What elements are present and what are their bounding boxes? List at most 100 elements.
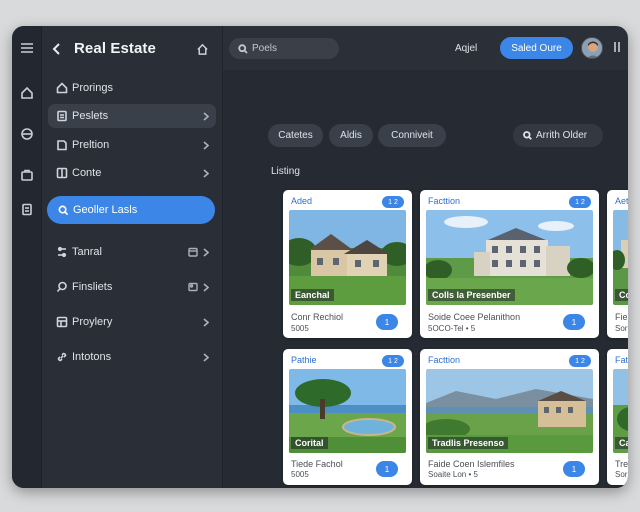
sidebar-item-label: Geoller Lasls — [73, 204, 138, 216]
menu-icon[interactable] — [18, 39, 36, 57]
card-action-button[interactable]: 1 — [563, 314, 585, 330]
doc-icon — [55, 110, 68, 123]
card-price: Soaite Lon • 5 — [428, 470, 478, 479]
sidebar-item-label: Peslets — [72, 110, 109, 122]
card-count-badge: 1 2 — [569, 355, 591, 367]
chevron-right-icon — [202, 111, 210, 121]
search-icon — [237, 43, 248, 54]
sidebar-item-finsliets[interactable]: Finsliets — [48, 275, 216, 299]
bag-icon[interactable] — [18, 166, 36, 184]
app-window: Real Estate Prorings Peslets Preltion Co… — [12, 26, 628, 488]
avatar[interactable] — [581, 37, 603, 59]
listing-grid: Aded 1 2 Eanchal Conr Rechiol 5005 1 Fac… — [223, 70, 628, 488]
property-photo: Conai — [613, 210, 628, 305]
search-placeholder: Poels — [252, 43, 278, 54]
home-icon — [55, 82, 68, 95]
calendar-icon — [187, 247, 198, 258]
home-icon[interactable] — [18, 84, 36, 102]
link-icon — [55, 351, 68, 364]
listing-card[interactable]: Pathie 1 2 Corital Tiede Fachol 5005 1 — [283, 349, 412, 485]
card-tag: Aded — [291, 196, 313, 206]
clipboard-icon[interactable] — [18, 200, 36, 218]
card-price: 5OCO-Tel • 5 — [428, 324, 476, 333]
card-tag: Pathie — [291, 355, 317, 365]
photo-caption: Tradlis Presenso — [428, 437, 509, 449]
photo-caption: Corital — [291, 437, 328, 449]
card-count-badge: 1 2 — [382, 355, 404, 367]
sidebar-item-prorings[interactable]: Prorings — [48, 76, 216, 100]
sidebar-item-tanral[interactable]: Tanral — [48, 240, 216, 264]
home-icon[interactable] — [194, 41, 210, 57]
card-title: Tre — [615, 459, 628, 469]
search-input[interactable]: Poels — [229, 38, 339, 59]
chevron-right-icon — [202, 282, 210, 292]
sidebar-item-label: Tanral — [72, 246, 102, 258]
top-link[interactable]: Aqjel — [455, 43, 477, 54]
card-tag: Facttion — [428, 196, 461, 206]
sliders-icon — [55, 246, 68, 259]
more-icon[interactable] — [612, 40, 622, 54]
card-title: Fieal — [615, 312, 628, 322]
photo-caption: Eanchal — [291, 289, 334, 301]
card-action-button[interactable]: 1 — [563, 461, 585, 477]
card-tag: Aetre — [615, 196, 628, 206]
card-action-button[interactable]: 1 — [376, 461, 398, 477]
property-photo: Colls la Presenber — [426, 210, 593, 305]
sidebar-header: Real Estate — [42, 34, 223, 64]
table-icon — [55, 316, 68, 329]
chevron-right-icon — [202, 247, 210, 257]
card-price: Sort — [615, 324, 628, 333]
card-count-badge: 1 2 — [382, 196, 404, 208]
listing-card[interactable]: Fath Call Tre Sor — [607, 349, 628, 485]
sidebar-item-label: Preltion — [72, 139, 110, 151]
sidebar-item-proylery[interactable]: Proylery — [48, 310, 216, 334]
card-price: 5005 — [291, 324, 309, 333]
card-title: Faide Coen Islemfiles — [428, 459, 515, 469]
card-price: 5005 — [291, 470, 309, 479]
listing-card[interactable]: Facttion 1 2 — [420, 349, 599, 485]
main-content: Catetes Aldis Conniveit Arrith Older Lis… — [223, 70, 628, 488]
sidebar: Real Estate Prorings Peslets Preltion Co… — [42, 26, 223, 488]
listing-card[interactable]: Facttion 1 2 — [420, 190, 599, 338]
chevron-right-icon — [202, 140, 210, 150]
photo-caption: Call — [615, 437, 628, 449]
doc-icon — [55, 139, 68, 152]
sidebar-item-peslets[interactable]: Peslets — [48, 104, 216, 128]
sidebar-item-intotons[interactable]: Intotons — [48, 345, 216, 369]
top-bar: Poels Aqjel Saled Oure — [223, 26, 628, 70]
sidebar-item-label: Finsliets — [72, 281, 113, 293]
chevron-right-icon — [202, 317, 210, 327]
sidebar-item-geoller-lasls[interactable]: Geoller Lasls — [47, 196, 215, 224]
photo-caption: Colls la Presenber — [428, 289, 515, 301]
search-icon — [55, 281, 68, 294]
property-photo: Eanchal — [289, 210, 406, 305]
card-tag: Facttion — [428, 355, 461, 365]
primary-action-button[interactable]: Saled Oure — [500, 37, 573, 59]
sidebar-item-preltion[interactable]: Preltion — [48, 133, 216, 157]
card-title: Soide Coee Pelanithon — [428, 312, 521, 322]
card-action-button[interactable]: 1 — [376, 314, 398, 330]
app-title: Real Estate — [74, 40, 156, 57]
card-title: Conr Rechiol — [291, 312, 344, 322]
sidebar-item-label: Intotons — [72, 351, 112, 363]
card-title: Tiede Fachol — [291, 459, 343, 469]
globe-icon[interactable] — [18, 125, 36, 143]
listing-card[interactable]: Aetre Conai Fieal Sort — [607, 190, 628, 338]
card-tag: Fath — [615, 355, 628, 365]
property-photo: Corital — [289, 369, 406, 453]
chevron-right-icon — [202, 352, 210, 362]
sidebar-item-label: Prorings — [72, 82, 113, 94]
card-price: Sor — [615, 470, 628, 479]
grid-icon — [55, 167, 68, 180]
sidebar-item-conte[interactable]: Conte — [48, 161, 216, 185]
search-icon — [57, 204, 70, 217]
card-count-badge: 1 2 — [569, 196, 591, 208]
listing-card[interactable]: Aded 1 2 Eanchal Conr Rechiol 5005 1 — [283, 190, 412, 338]
photo-caption: Conai — [615, 289, 628, 301]
chevron-right-icon — [202, 168, 210, 178]
image-icon — [187, 282, 198, 293]
sidebar-item-label: Proylery — [72, 316, 113, 328]
property-photo: Tradlis Presenso — [426, 369, 593, 453]
back-icon[interactable] — [50, 40, 64, 58]
property-photo: Call — [613, 369, 628, 453]
